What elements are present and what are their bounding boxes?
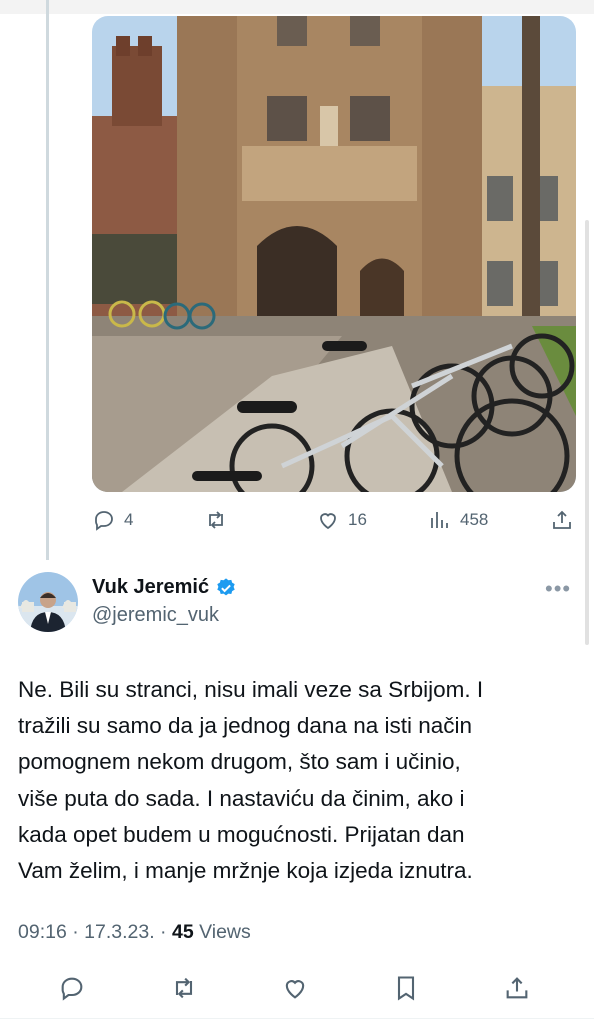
verified-badge-icon xyxy=(217,577,235,595)
tweet-line: Vam želim, i manje mržnje koja izjeda iz… xyxy=(18,858,473,884)
share-button[interactable] xyxy=(497,968,537,1008)
top-strip xyxy=(0,0,594,14)
reply-icon xyxy=(61,977,83,1001)
meta-separator: · xyxy=(66,921,85,943)
views-count: 458 xyxy=(460,510,489,529)
meta-separator: · xyxy=(154,921,172,943)
prev-tweet-actions: 4 16 458 xyxy=(92,503,582,537)
tweet-actions xyxy=(0,968,594,1008)
tweet-meta: 09:16 · 17.3.23. · 45 Views xyxy=(18,921,251,944)
reply-count: 4 xyxy=(124,510,134,529)
tweet-line: pomognem nekom drugom, što sam i učinio, xyxy=(18,749,461,775)
avatar[interactable] xyxy=(18,572,78,632)
retweet-action[interactable] xyxy=(204,503,228,537)
bookmark-button[interactable] xyxy=(386,968,426,1008)
reply-button[interactable] xyxy=(52,968,92,1008)
share-icon xyxy=(506,977,528,999)
views-label: Views xyxy=(193,921,251,943)
reply-icon xyxy=(95,511,113,531)
like-action[interactable]: 16 xyxy=(316,503,367,537)
retweet-icon xyxy=(209,511,223,529)
tweet-line: Ne. Bili su stranci, nisu imali veze sa … xyxy=(18,677,484,702)
like-button[interactable] xyxy=(275,968,315,1008)
heart-icon xyxy=(320,513,336,530)
more-options-icon[interactable]: ••• xyxy=(545,576,571,602)
tweet-time[interactable]: 09:16 xyxy=(18,921,67,943)
author-handle[interactable]: @jeremic_vuk xyxy=(92,604,219,627)
share-action[interactable] xyxy=(550,503,574,537)
divider xyxy=(0,1018,594,1019)
reply-action[interactable]: 4 xyxy=(92,503,133,537)
share-icon xyxy=(553,510,571,529)
views-action[interactable]: 458 xyxy=(428,503,488,537)
retweet-button[interactable] xyxy=(164,968,204,1008)
views-count: 45 xyxy=(171,921,194,943)
tweet-line: više puta do sada. I nastaviću da činim,… xyxy=(18,785,465,811)
tweet-text: Ne. Bili su stranci, nisu imali veze sa … xyxy=(18,672,574,889)
heart-icon xyxy=(285,980,305,999)
views-icon xyxy=(431,512,448,528)
retweet-icon xyxy=(175,977,193,999)
like-count: 16 xyxy=(348,510,367,529)
tweet-line: kada opet budem u mogućnosti. Prijatan d… xyxy=(18,821,465,847)
tweet-line: tražili su samo da ja jednog dana na ist… xyxy=(18,713,473,739)
scrollbar[interactable] xyxy=(585,220,589,645)
thread-line xyxy=(46,0,49,560)
author-name[interactable]: Vuk Jeremić xyxy=(92,576,209,599)
tweet-date[interactable]: 17.3.23. xyxy=(84,921,154,943)
bookmark-icon xyxy=(397,976,415,1001)
author-name-row[interactable]: Vuk Jeremić xyxy=(92,576,237,599)
tweet-photo[interactable] xyxy=(92,16,576,492)
